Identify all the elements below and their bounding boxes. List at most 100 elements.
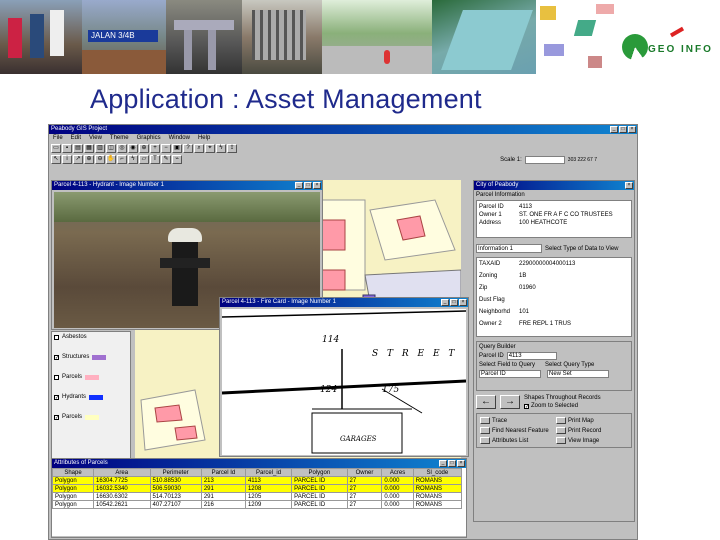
- zoom-in-icon[interactable]: +: [150, 144, 160, 153]
- column-header[interactable]: Acres: [381, 468, 414, 477]
- table-row[interactable]: Polygon 16630.6302 514.70123 291 1205 PARCEL …: [52, 492, 463, 501]
- photo-building: [242, 0, 322, 74]
- snap-icon[interactable]: ⌁: [172, 155, 182, 164]
- print-icon[interactable]: ▤: [73, 144, 83, 153]
- minimize-button[interactable]: _: [295, 182, 303, 189]
- menu-help[interactable]: Help: [198, 134, 210, 143]
- table-row[interactable]: Polygon 16032.5340 506.59030 291 1208 PARCEL …: [52, 484, 463, 493]
- select-icon[interactable]: ▣: [172, 144, 182, 153]
- legend-checkbox[interactable]: ✓: [54, 394, 59, 400]
- forward-arrow-button[interactable]: →: [500, 395, 520, 409]
- save-icon[interactable]: ▪: [62, 144, 72, 153]
- zoom-active-icon[interactable]: ◉: [128, 144, 138, 153]
- column-header[interactable]: Area: [93, 468, 151, 477]
- legend-label: Parcels: [62, 414, 83, 420]
- query-field-select[interactable]: Parcel ID: [479, 370, 541, 378]
- hotlink-tool-icon[interactable]: ϟ: [128, 155, 138, 164]
- column-header[interactable]: Owner: [346, 468, 383, 477]
- maximize-button[interactable]: □: [450, 299, 458, 306]
- table-row[interactable]: Polygon 10542.2621 407.27107 216 1209 PARCEL …: [52, 500, 463, 509]
- locate-icon[interactable]: ⌖: [205, 144, 215, 153]
- minimize-button[interactable]: _: [441, 299, 449, 306]
- parcel-id-input[interactable]: 4113: [506, 352, 557, 360]
- zoom-full-icon[interactable]: ◎: [117, 144, 127, 153]
- export-icon[interactable]: ⇪: [227, 144, 237, 153]
- table-cell: PARCEL ID: [291, 492, 348, 501]
- legend-checkbox[interactable]: [54, 374, 59, 380]
- close-button[interactable]: ×: [625, 182, 633, 189]
- pan-icon[interactable]: ✋: [106, 155, 116, 164]
- street-sign: JALAN 3/4B: [88, 30, 158, 42]
- hotlink-icon[interactable]: ϟ: [216, 144, 226, 153]
- action-find-nearest[interactable]: Find Nearest Feature: [480, 427, 552, 434]
- action-attributes-list[interactable]: Attributes List: [480, 437, 552, 444]
- action-print-map[interactable]: Print Map: [556, 417, 628, 424]
- open-icon[interactable]: ▭: [51, 144, 61, 153]
- railing: [252, 10, 306, 60]
- column-header[interactable]: Parcel_id: [244, 468, 293, 477]
- zoom-out-icon[interactable]: −: [161, 144, 171, 153]
- field-key: Dust Flag: [479, 297, 505, 303]
- chart-icon[interactable]: ▥: [95, 144, 105, 153]
- parcel-id-label: Parcel ID: [479, 353, 504, 359]
- menu-edit[interactable]: Edit: [71, 134, 81, 143]
- diagram-icon: [573, 20, 597, 36]
- table-cell: 27: [346, 500, 383, 509]
- table-icon[interactable]: ▦: [84, 144, 94, 153]
- data-type-select[interactable]: Information 1: [476, 244, 542, 253]
- action-print-record[interactable]: Print Record: [556, 427, 628, 434]
- pointer-icon[interactable]: ↖: [51, 155, 61, 164]
- column-header[interactable]: Sl_code: [412, 468, 463, 477]
- zoom-checkbox[interactable]: ✓: [524, 403, 529, 409]
- column-header[interactable]: Shape: [52, 468, 95, 477]
- vertex-icon[interactable]: ↗: [73, 155, 83, 164]
- area-icon[interactable]: ▱: [139, 155, 149, 164]
- select-type-label: Select Query Type: [545, 362, 595, 368]
- minimize-button[interactable]: _: [439, 460, 447, 467]
- column-header[interactable]: Polygon: [291, 468, 348, 477]
- column-header[interactable]: Parcel Id: [200, 468, 246, 477]
- find-icon[interactable]: ⌕: [194, 144, 204, 153]
- menu-file[interactable]: File: [53, 134, 63, 143]
- sketch-lines: [222, 310, 466, 454]
- column-header[interactable]: Perimeter: [149, 468, 202, 477]
- menu-view[interactable]: View: [89, 134, 102, 143]
- action-view-image[interactable]: View Image: [556, 437, 628, 444]
- legend-checkbox[interactable]: ✓: [54, 354, 59, 360]
- scale-input[interactable]: [524, 155, 565, 164]
- query-icon[interactable]: ?: [183, 144, 193, 153]
- text-tool-icon[interactable]: T: [150, 155, 160, 164]
- maximize-button[interactable]: □: [448, 460, 456, 467]
- menu-theme[interactable]: Theme: [110, 134, 129, 143]
- lot-number: 175: [382, 385, 400, 395]
- legend-label: Hydrants: [62, 394, 87, 400]
- zoomout-tool-icon[interactable]: ⊖: [95, 155, 105, 164]
- legend-checkbox[interactable]: ✓: [54, 414, 59, 420]
- back-arrow-button[interactable]: ←: [476, 395, 496, 409]
- legend-checkbox[interactable]: [54, 334, 59, 340]
- close-button[interactable]: ×: [457, 460, 465, 467]
- water: [441, 10, 533, 70]
- minimize-button[interactable]: _: [610, 126, 618, 133]
- layer-icon[interactable]: ◫: [106, 144, 116, 153]
- maximize-button[interactable]: □: [304, 182, 312, 189]
- query-type-select[interactable]: New Set: [547, 370, 609, 378]
- close-button[interactable]: ×: [628, 126, 636, 133]
- table-cell: 10542.2621: [93, 500, 151, 509]
- table-row[interactable]: Polygon 16304.7725 510.88530 213 4113 PARCEL …: [52, 476, 463, 485]
- draw-tool-icon[interactable]: ✎: [161, 155, 171, 164]
- hydrant-icon: [384, 50, 390, 64]
- action-trace[interactable]: Trace: [480, 417, 552, 424]
- measure-icon[interactable]: ⌐: [117, 155, 127, 164]
- maximize-button[interactable]: □: [619, 126, 627, 133]
- zoom-tool-icon[interactable]: ⊕: [84, 155, 94, 164]
- menu-window[interactable]: Window: [169, 134, 190, 143]
- action-group: Trace Print Map Find Nearest Feature Pri…: [476, 413, 632, 448]
- menu-graphics[interactable]: Graphics: [137, 134, 161, 143]
- close-button[interactable]: ×: [459, 299, 467, 306]
- close-button[interactable]: ×: [313, 182, 321, 189]
- menu-bar: File Edit View Theme Graphics Window Hel…: [49, 134, 637, 143]
- zoom-select-icon[interactable]: ⊕: [139, 144, 149, 153]
- table-cell: 407.27107: [149, 500, 202, 509]
- identify-icon[interactable]: i: [62, 155, 72, 164]
